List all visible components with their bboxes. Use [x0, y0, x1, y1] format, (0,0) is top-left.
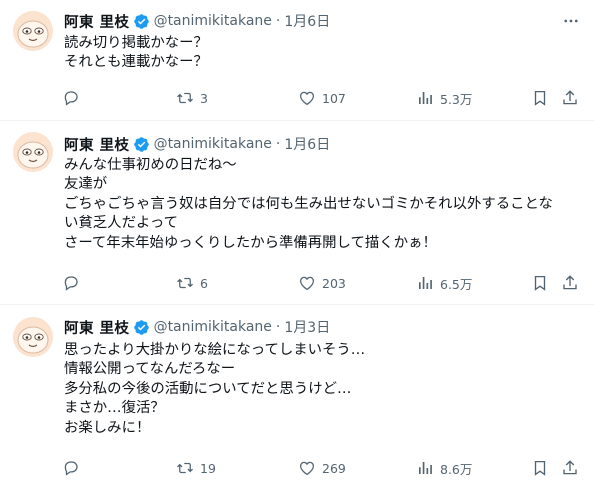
retweet-icon [177, 277, 193, 289]
avatar-face-icon [13, 132, 53, 172]
tweet-date[interactable]: 1月6日 [284, 11, 330, 31]
heart-icon [299, 461, 315, 476]
retweet-count: 3 [200, 90, 208, 106]
share-icon [563, 275, 577, 290]
timeline: 阿東 里枝 @tanimikitakane · 1月6日 読み切り掲載かなー？ … [0, 0, 594, 488]
reply-button[interactable] [62, 88, 86, 108]
reply-icon [64, 461, 78, 476]
avatar[interactable] [13, 132, 53, 172]
tweet-actions: 3 107 5.3万 [62, 88, 584, 108]
tweet[interactable]: 阿東 里枝 @tanimikitakane · 1月6日 読み切り掲載かなー？ … [0, 0, 594, 121]
views-button[interactable]: 6.5万 [416, 273, 472, 293]
tweet-actions: 19 269 8.6万 [62, 458, 584, 478]
like-count: 269 [322, 460, 346, 476]
avatar[interactable] [13, 317, 53, 357]
tweet-text: 読み切り掲載かなー？ それとも連載かなー？ [64, 35, 208, 71]
heart-icon [299, 276, 315, 291]
views-count: 8.6万 [440, 461, 473, 477]
like-button[interactable]: 203 [298, 273, 346, 293]
retweet-icon [177, 92, 193, 104]
bookmark-button[interactable] [530, 458, 550, 478]
share-button[interactable] [560, 88, 580, 108]
bookmark-icon [534, 275, 546, 291]
heart-icon [299, 91, 315, 106]
like-count: 203 [322, 275, 346, 291]
author-handle[interactable]: @tanimikitakane [154, 13, 272, 29]
reply-icon [64, 276, 78, 291]
share-icon [563, 90, 577, 105]
views-icon [419, 277, 432, 289]
views-count: 5.3万 [440, 91, 473, 107]
tweet-actions: 6 203 6.5万 [62, 273, 584, 293]
views-icon [419, 462, 432, 474]
retweet-icon [177, 462, 193, 474]
views-icon [419, 92, 432, 104]
reply-button[interactable] [62, 458, 86, 478]
author-name[interactable]: 阿東 里枝 [64, 134, 130, 155]
views-count: 6.5万 [440, 276, 473, 292]
retweet-button[interactable]: 3 [176, 88, 208, 108]
tweet-header: 阿東 里枝 @tanimikitakane · 1月6日 [64, 11, 330, 31]
views-button[interactable]: 5.3万 [416, 88, 472, 108]
separator: · [275, 13, 281, 29]
bookmark-button[interactable] [530, 273, 550, 293]
tweet[interactable]: 阿東 里枝 @tanimikitakane · 1月6日 みんな仕事初めの日だね… [0, 121, 594, 305]
bookmark-icon [534, 460, 546, 476]
separator: · [275, 319, 281, 335]
tweet-text: みんな仕事初めの日だね～ 友達が ごちゃごちゃ言う奴は自分では何も生み出せないゴ… [64, 157, 553, 251]
views-button[interactable]: 8.6万 [416, 458, 472, 478]
retweet-count: 19 [200, 460, 216, 476]
reply-button[interactable] [62, 273, 86, 293]
bookmark-icon [534, 90, 546, 106]
retweet-button[interactable]: 19 [176, 458, 216, 478]
bookmark-button[interactable] [530, 88, 550, 108]
tweet-text: 思ったより大掛かりな絵になってしまいそう… 情報公開ってなんだろなー 多分私の今… [64, 342, 366, 436]
tweet-date[interactable]: 1月6日 [284, 134, 330, 154]
more-icon[interactable] [560, 11, 582, 31]
author-handle[interactable]: @tanimikitakane [154, 136, 272, 152]
verified-badge-icon [133, 319, 150, 336]
tweet-date[interactable]: 1月3日 [284, 317, 330, 337]
author-handle[interactable]: @tanimikitakane [154, 319, 272, 335]
verified-badge-icon [133, 136, 150, 153]
tweet-header: 阿東 里枝 @tanimikitakane · 1月3日 [64, 317, 330, 337]
tweet[interactable]: 阿東 里枝 @tanimikitakane · 1月3日 思ったより大掛かりな絵… [0, 305, 594, 488]
like-button[interactable]: 269 [298, 458, 346, 478]
reply-icon [64, 91, 78, 106]
verified-badge-icon [133, 13, 150, 30]
retweet-count: 6 [200, 275, 208, 291]
share-button[interactable] [560, 273, 580, 293]
tweet-header: 阿東 里枝 @tanimikitakane · 1月6日 [64, 134, 330, 154]
avatar[interactable] [13, 11, 53, 51]
author-name[interactable]: 阿東 里枝 [64, 317, 130, 338]
share-icon [563, 460, 577, 475]
retweet-button[interactable]: 6 [176, 273, 208, 293]
author-name[interactable]: 阿東 里枝 [64, 11, 130, 32]
like-button[interactable]: 107 [298, 88, 346, 108]
avatar-face-icon [13, 11, 53, 51]
avatar-face-icon [13, 317, 53, 357]
like-count: 107 [322, 90, 346, 106]
share-button[interactable] [560, 458, 580, 478]
separator: · [275, 136, 281, 152]
